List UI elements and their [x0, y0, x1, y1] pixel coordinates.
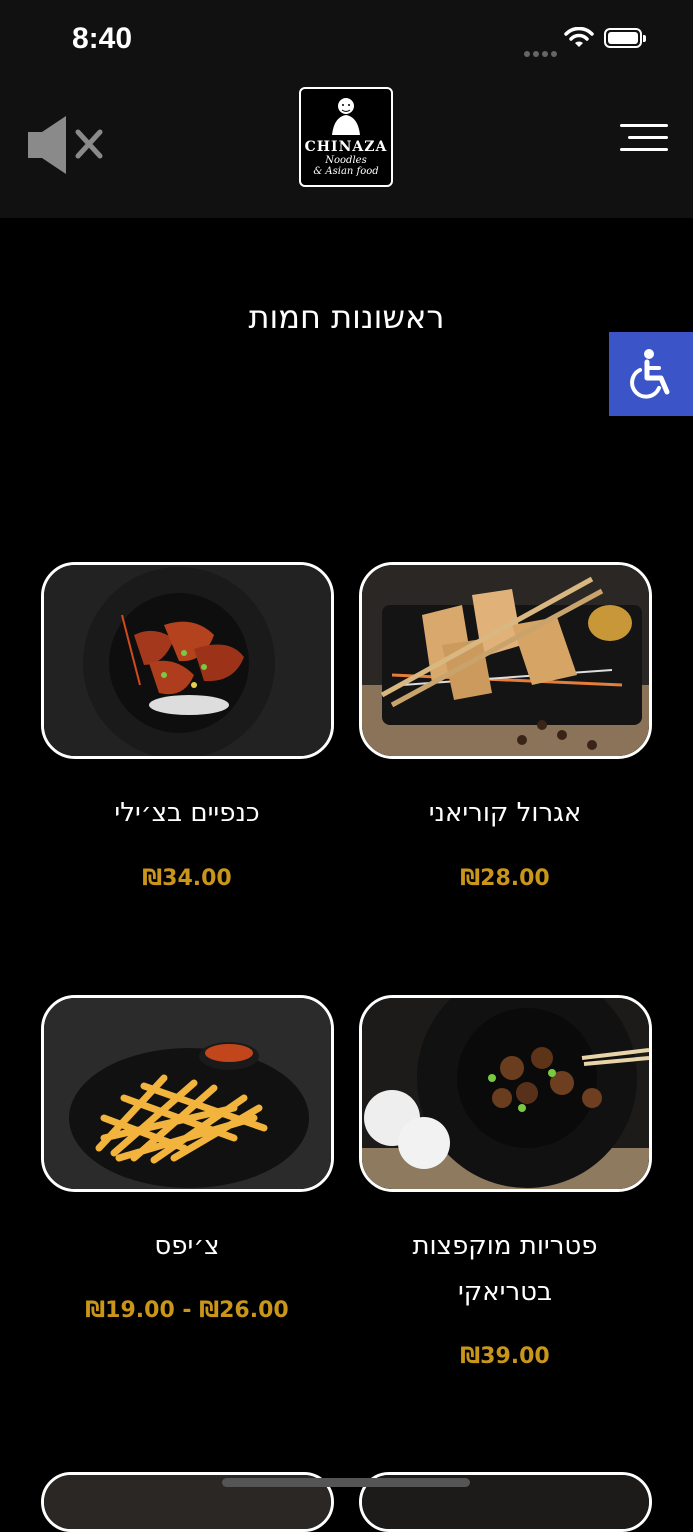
product-price-korean-eggroll: ₪28.00 — [460, 866, 550, 891]
logo-tagline-1: Noodles — [325, 155, 367, 166]
product-name-korean-eggroll[interactable]: אגרול קוריאני — [355, 790, 655, 836]
page-title: ראשונות חמות — [248, 298, 445, 336]
logo-brand: CHINAZA — [304, 139, 388, 155]
product-name-fries[interactable]: צ׳יפס — [37, 1223, 337, 1269]
logo-tagline-2: & Asian food — [313, 166, 379, 177]
product-price-chili-wings: ₪34.00 — [142, 866, 232, 891]
price-high: ₪26.00 — [199, 1298, 289, 1323]
product-name-line-1: פטריות מוקפצות — [412, 1231, 598, 1261]
price-separator: - — [182, 1298, 192, 1323]
mute-icon[interactable] — [26, 112, 106, 182]
product-name-chili-wings[interactable]: כנפיים בצ׳ילי — [37, 790, 337, 836]
product-image-fries[interactable] — [41, 995, 334, 1192]
price-low: ₪19.00 — [85, 1298, 175, 1323]
chef-illustration — [332, 98, 360, 135]
product-name-teriyaki-mushrooms[interactable]: פטריות מוקפצות בטריאקי — [355, 1223, 655, 1315]
product-price-fries: ₪19.00 - ₪26.00 — [37, 1298, 337, 1323]
accessibility-button[interactable] — [609, 332, 693, 416]
product-image-teriyaki-mushrooms[interactable] — [359, 995, 652, 1192]
status-time: 8:40 — [72, 22, 133, 55]
hamburger-menu-icon[interactable] — [620, 124, 668, 152]
product-image-chili-wings[interactable] — [41, 562, 334, 759]
product-image-korean-eggroll[interactable] — [359, 562, 652, 759]
site-logo[interactable]: CHINAZA Noodles & Asian food — [299, 87, 393, 187]
signal-icon — [524, 42, 560, 61]
product-price-teriyaki-mushrooms: ₪39.00 — [460, 1344, 550, 1369]
status-bar: 8:40 — [0, 0, 693, 78]
home-indicator — [222, 1478, 470, 1487]
wifi-icon — [564, 26, 594, 53]
product-name-line-2: בטריאקי — [457, 1277, 553, 1307]
battery-icon — [604, 28, 646, 48]
accessibility-icon — [630, 349, 670, 399]
